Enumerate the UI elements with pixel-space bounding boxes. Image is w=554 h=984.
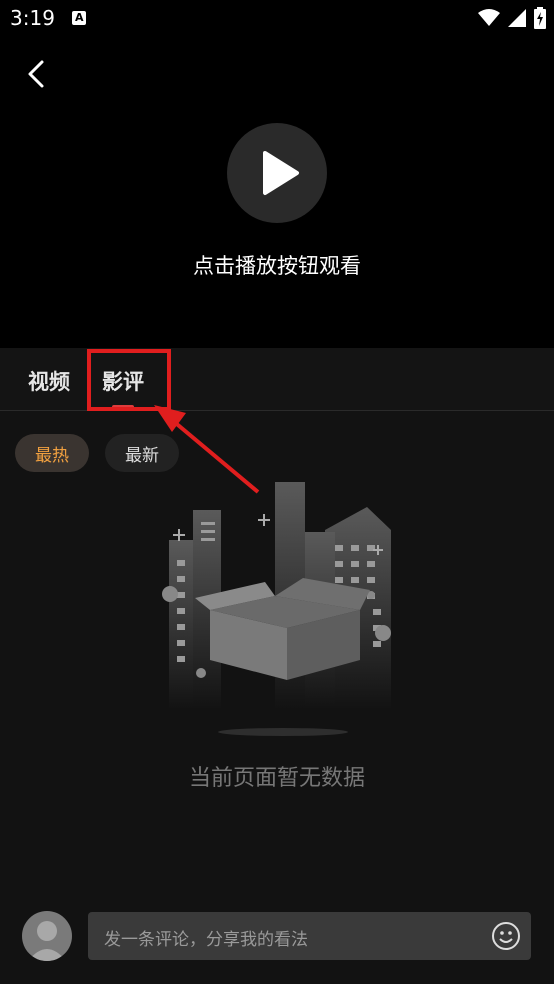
emoji-button[interactable]: [491, 921, 521, 951]
comment-placeholder: 发一条评论，分享我的看法: [104, 930, 308, 950]
user-placeholder-icon: [28, 921, 66, 961]
avatar[interactable]: [22, 911, 72, 961]
filter-new-chip[interactable]: 最新: [105, 434, 179, 472]
comment-bar: 发一条评论，分享我的看法: [0, 900, 554, 984]
filter-hot-chip[interactable]: 最热: [15, 434, 89, 472]
empty-state-message: 当前页面暂无数据: [188, 766, 365, 791]
comment-input[interactable]: 发一条评论，分享我的看法: [88, 912, 531, 960]
smiley-icon: [492, 922, 520, 950]
empty-box-illustration: [162, 482, 391, 736]
